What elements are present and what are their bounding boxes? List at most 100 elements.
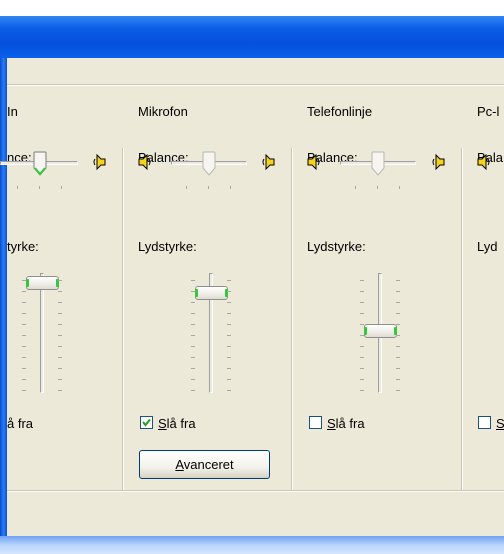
tick [227,291,231,292]
balance-thumb-telefonlinje[interactable] [371,151,385,176]
tick [377,186,378,189]
tick [227,368,231,369]
mute-label-telefonlinje: Slå fra [327,416,365,431]
tick [360,313,364,314]
tick [360,368,364,369]
balance-thumb-mikrofon[interactable] [202,151,216,176]
tick [22,291,26,292]
tick [396,291,400,292]
tick [227,335,231,336]
tick [396,280,400,281]
tick [191,291,195,292]
channel-name-in: In [7,104,18,119]
tick [22,368,26,369]
volume-thumb-in[interactable] [26,276,59,290]
tick [191,379,195,380]
tick [22,390,26,391]
mute-label-in: å fra [7,416,34,431]
tick [58,324,62,325]
tick [191,357,195,358]
tick [230,186,231,189]
tick [399,186,400,189]
tick [58,335,62,336]
menu-separator-highlight [7,85,504,86]
tick [227,302,231,303]
tick [355,186,356,189]
tick [191,302,195,303]
tick [191,335,195,336]
tick [39,186,40,189]
mute-label-mikrofon: Slå fra [158,416,196,431]
tick [360,335,364,336]
taskbar-edge [0,536,504,554]
volume-thumb-mikrofon[interactable] [195,286,228,300]
advanced-accesskey: A [175,457,184,472]
tick [396,335,400,336]
column-separator [291,148,293,490]
advanced-button[interactable]: Avanceret [139,450,270,479]
tick [227,390,231,391]
tick [58,390,62,391]
tick [17,186,18,189]
mute-accesskey: S [158,416,167,431]
tick [191,313,195,314]
tick [396,313,400,314]
title-bar [0,16,504,58]
top-background [0,0,504,16]
tick [227,313,231,314]
tick [396,357,400,358]
speaker-right-icon [432,154,445,170]
balance-thumb-in[interactable] [33,151,47,176]
column-separator [461,148,463,490]
tick [191,390,195,391]
tick [396,368,400,369]
tick [396,324,400,325]
advanced-label: vanceret [183,457,234,472]
window-border-left [0,58,7,536]
tick [186,186,187,189]
tick [58,368,62,369]
volume-slider-in[interactable] [40,273,44,393]
tick [22,335,26,336]
tick [396,346,400,347]
column-separator [122,148,124,490]
tick [191,324,195,325]
tick [360,346,364,347]
checkmark-icon [142,418,151,427]
tick [22,379,26,380]
tick [227,379,231,380]
tick [58,346,62,347]
mute-checkbox-pc[interactable] [478,416,491,429]
tick [360,357,364,358]
tick [191,280,195,281]
tick [58,379,62,380]
status-separator [7,490,504,492]
tick [58,302,62,303]
tick [22,357,26,358]
tick [61,186,62,189]
speaker-right-icon [262,154,275,170]
channel-name-mikrofon: Mikrofon [138,104,188,119]
tick [360,324,364,325]
tick [396,390,400,391]
tick [22,302,26,303]
tick [227,324,231,325]
tick [58,357,62,358]
mute-label-text: lå fra [166,416,196,431]
tick [396,379,400,380]
tick [208,186,209,189]
tick [58,291,62,292]
volume-label-pc: Lyd [477,239,498,254]
mute-checkbox-telefonlinje[interactable] [309,416,322,429]
tick [58,280,62,281]
channel-name-pc: Pc-l [477,104,500,119]
speaker-left-icon [307,154,320,170]
speaker-left-icon [138,154,151,170]
mute-accesskey: S [327,416,336,431]
tick [360,302,364,303]
volume-thumb-telefonlinje[interactable] [364,324,397,338]
tick [22,346,26,347]
mute-checkbox-mikrofon[interactable] [140,416,153,429]
tick [22,280,26,281]
tick [360,291,364,292]
